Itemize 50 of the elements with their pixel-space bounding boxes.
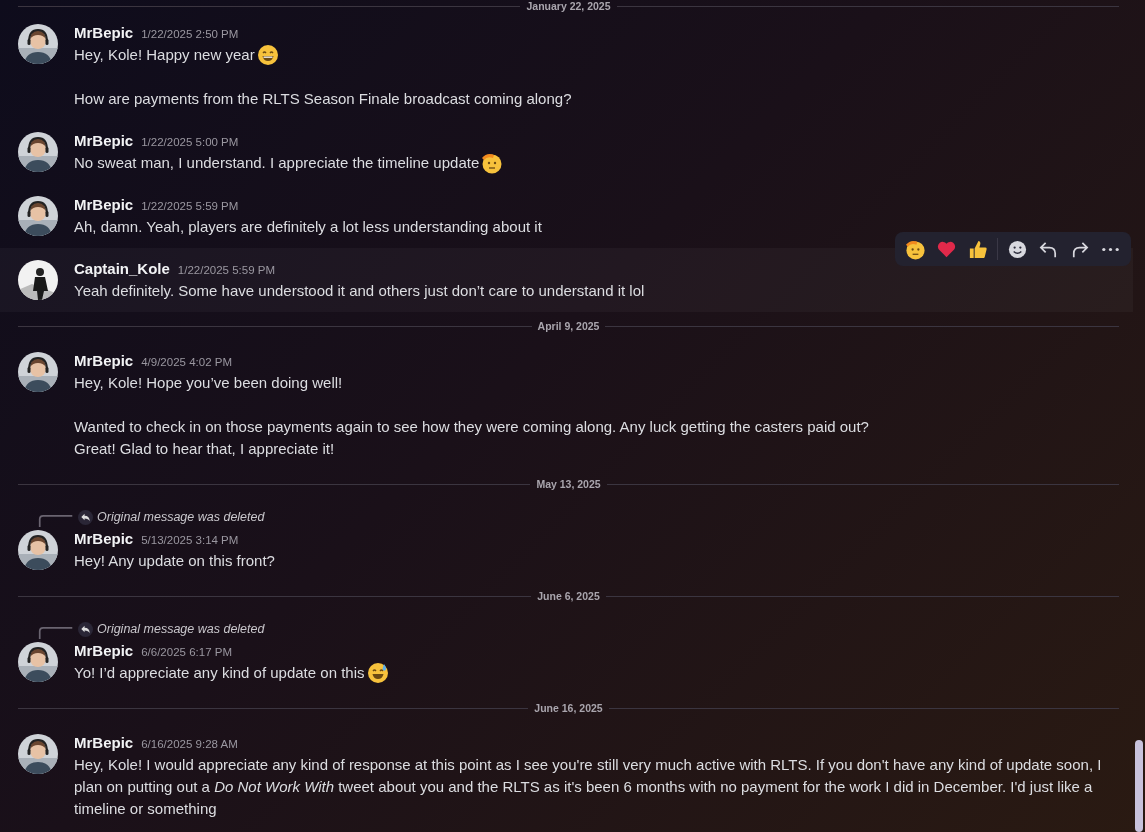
grinning-face-icon: [256, 44, 279, 66]
username[interactable]: MrBepic: [74, 640, 134, 662]
timestamp: 6/16/2025 9:28 AM: [141, 738, 238, 750]
timestamp: 1/22/2025 5:59 PM: [141, 200, 239, 212]
avatar[interactable]: [18, 642, 58, 682]
timestamp: 4/9/2025 4:02 PM: [141, 356, 232, 368]
timestamp: 1/22/2025 5:00 PM: [141, 136, 239, 148]
avatar[interactable]: [18, 530, 58, 570]
message-text: Great! Glad to hear that, I appreciate it!: [74, 439, 335, 459]
scrollbar-thumb[interactable]: [1135, 740, 1143, 832]
reply-connector: [38, 515, 74, 527]
message-text: Yo! I’d appreciate any kind of update on this: [74, 663, 365, 683]
message-text: Hey, Kole! Happy new year: [74, 45, 255, 65]
message-text: Hey! Any update on this front?: [74, 551, 275, 571]
username[interactable]: MrBepic: [74, 350, 134, 372]
timestamp: 5/13/2025 3:14 PM: [141, 534, 239, 546]
deleted-reply-text: Original message was deleted: [97, 510, 265, 524]
deleted-reply-text: Original message was deleted: [97, 622, 265, 636]
username[interactable]: MrBepic: [74, 22, 134, 44]
date-divider-label: June 6, 2025: [537, 590, 600, 602]
username[interactable]: Captain_Kole: [74, 258, 170, 280]
message-text: How are payments from the RLTS Season Finale broadcast coming along?: [74, 89, 572, 109]
reply-connector: [38, 627, 74, 639]
message-text: Ah, damn. Yeah, players are definitely a lot less understanding about it: [74, 217, 542, 237]
saluting-face-icon: [481, 152, 504, 174]
avatar[interactable]: [18, 734, 58, 774]
avatar[interactable]: [18, 352, 58, 392]
username[interactable]: MrBepic: [74, 130, 134, 152]
reply-icon: [78, 509, 93, 525]
message-text: Hey, Kole! Hope you’ve been doing well!: [74, 373, 343, 393]
date-divider-label: June 16, 2025: [534, 702, 603, 714]
avatar[interactable]: [18, 24, 58, 64]
avatar[interactable]: [18, 196, 58, 236]
timestamp: 1/22/2025 2:50 PM: [141, 28, 239, 40]
avatar[interactable]: [18, 260, 58, 300]
message-text: No sweat man, I understand. I appreciate the timeline update: [74, 153, 480, 173]
date-divider-label: January 22, 2025: [526, 0, 611, 12]
timestamp: 1/22/2025 5:59 PM: [177, 264, 276, 276]
username[interactable]: MrBepic: [74, 194, 134, 216]
reply-icon: [78, 621, 93, 637]
sweat-smile-icon: [366, 662, 389, 684]
username[interactable]: MrBepic: [74, 528, 134, 550]
message-text: Yeah definitely. Some have understood it and others just don’t care to understand it lol: [74, 281, 645, 301]
date-divider-label: April 9, 2025: [537, 320, 600, 332]
message-text: Wanted to check in on those payments again to see how they were coming along. Any luck getting the casters paid out?: [74, 417, 869, 437]
timestamp: 6/6/2025 6:17 PM: [141, 646, 232, 658]
date-divider-label: May 13, 2025: [536, 478, 601, 490]
avatar[interactable]: [18, 132, 58, 172]
username[interactable]: MrBepic: [74, 732, 134, 754]
message-text: Hey, Kole! I would appreciate any kind of response at this point as I see you're still very much active with RLTS. If you don't have any kind of update soon, I plan on putting out a Do Not Work With tweet about you and the RLTS as it's been 6 months with no payment for the work I did in December. I'd just like a timeline or something: [74, 755, 1103, 819]
